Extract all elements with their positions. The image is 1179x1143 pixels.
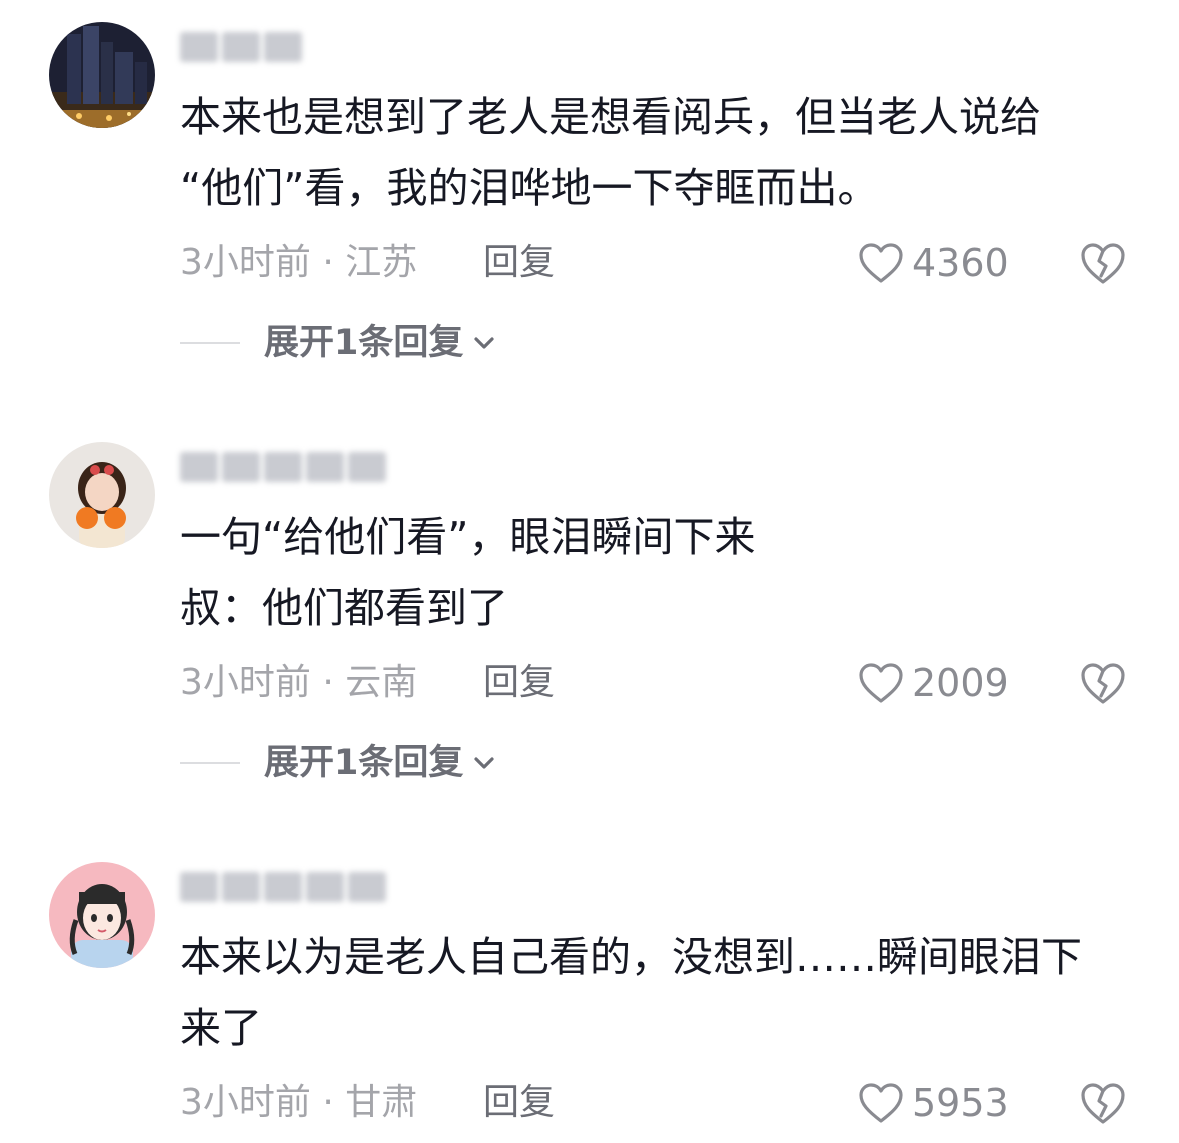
comment-item: 一句“给他们看”，眼泪瞬间下来 叔：他们都看到了 3小时前 · 云南 回复 20… — [0, 420, 1179, 820]
chevron-down-icon — [474, 757, 494, 769]
city-night-avatar-image — [49, 22, 155, 128]
like-count: 2009 — [912, 661, 1009, 705]
broken-heart-icon — [1081, 1083, 1125, 1124]
avatar[interactable] — [49, 22, 155, 128]
divider-line — [180, 762, 240, 764]
avatar[interactable] — [49, 442, 155, 548]
like-button[interactable]: 4360 — [858, 241, 1009, 285]
girl-with-oranges-avatar-image — [49, 442, 155, 548]
username-blurred[interactable] — [180, 32, 302, 68]
reply-button[interactable]: 回复 — [483, 1081, 555, 1125]
like-count: 4360 — [912, 241, 1009, 285]
comment-text: 一句“给他们看”，眼泪瞬间下来 叔：他们都看到了 — [180, 513, 756, 632]
heart-icon — [859, 1083, 903, 1123]
username-blurred[interactable] — [180, 872, 386, 908]
comment-meta: 3小时前 · 云南 — [180, 662, 418, 703]
avatar[interactable] — [49, 862, 155, 968]
comment-meta: 3小时前 · 甘肃 — [180, 1082, 418, 1123]
expand-replies-button[interactable]: 展开1条回复 — [180, 741, 495, 785]
like-button[interactable]: 5953 — [858, 1081, 1009, 1125]
comment-text: 本来以为是老人自己看的，没想到……瞬间眼泪下 来了 — [180, 933, 1082, 1052]
comment-item: 本来以为是老人自己看的，没想到……瞬间眼泪下 来了 3小时前 · 甘肃 回复 5… — [0, 840, 1179, 1143]
username-blurred[interactable] — [180, 452, 386, 488]
dislike-button[interactable] — [1079, 661, 1127, 709]
reply-button[interactable]: 回复 — [483, 661, 555, 705]
comment-meta: 3小时前 · 江苏 — [180, 242, 418, 283]
like-button[interactable]: 2009 — [858, 661, 1009, 705]
dislike-button[interactable] — [1079, 1081, 1127, 1129]
cartoon-girl-avatar-image — [49, 862, 155, 968]
expand-replies-label: 展开1条回复 — [264, 743, 464, 783]
broken-heart-icon — [1081, 663, 1125, 704]
expand-replies-label: 展开1条回复 — [264, 323, 464, 363]
comment-text: 本来也是想到了老人是想看阅兵，但当老人说给 “他们”看，我的泪哗地一下夺眶而出。 — [180, 93, 1041, 212]
heart-icon — [859, 663, 903, 703]
broken-heart-icon — [1081, 243, 1125, 284]
heart-icon — [859, 243, 903, 283]
like-count: 5953 — [912, 1081, 1009, 1125]
comment-item: 本来也是想到了老人是想看阅兵，但当老人说给 “他们”看，我的泪哗地一下夺眶而出。… — [0, 0, 1179, 400]
reply-button[interactable]: 回复 — [483, 241, 555, 285]
dislike-button[interactable] — [1079, 241, 1127, 289]
divider-line — [180, 342, 240, 344]
chevron-down-icon — [474, 337, 494, 349]
expand-replies-button[interactable]: 展开1条回复 — [180, 321, 495, 365]
